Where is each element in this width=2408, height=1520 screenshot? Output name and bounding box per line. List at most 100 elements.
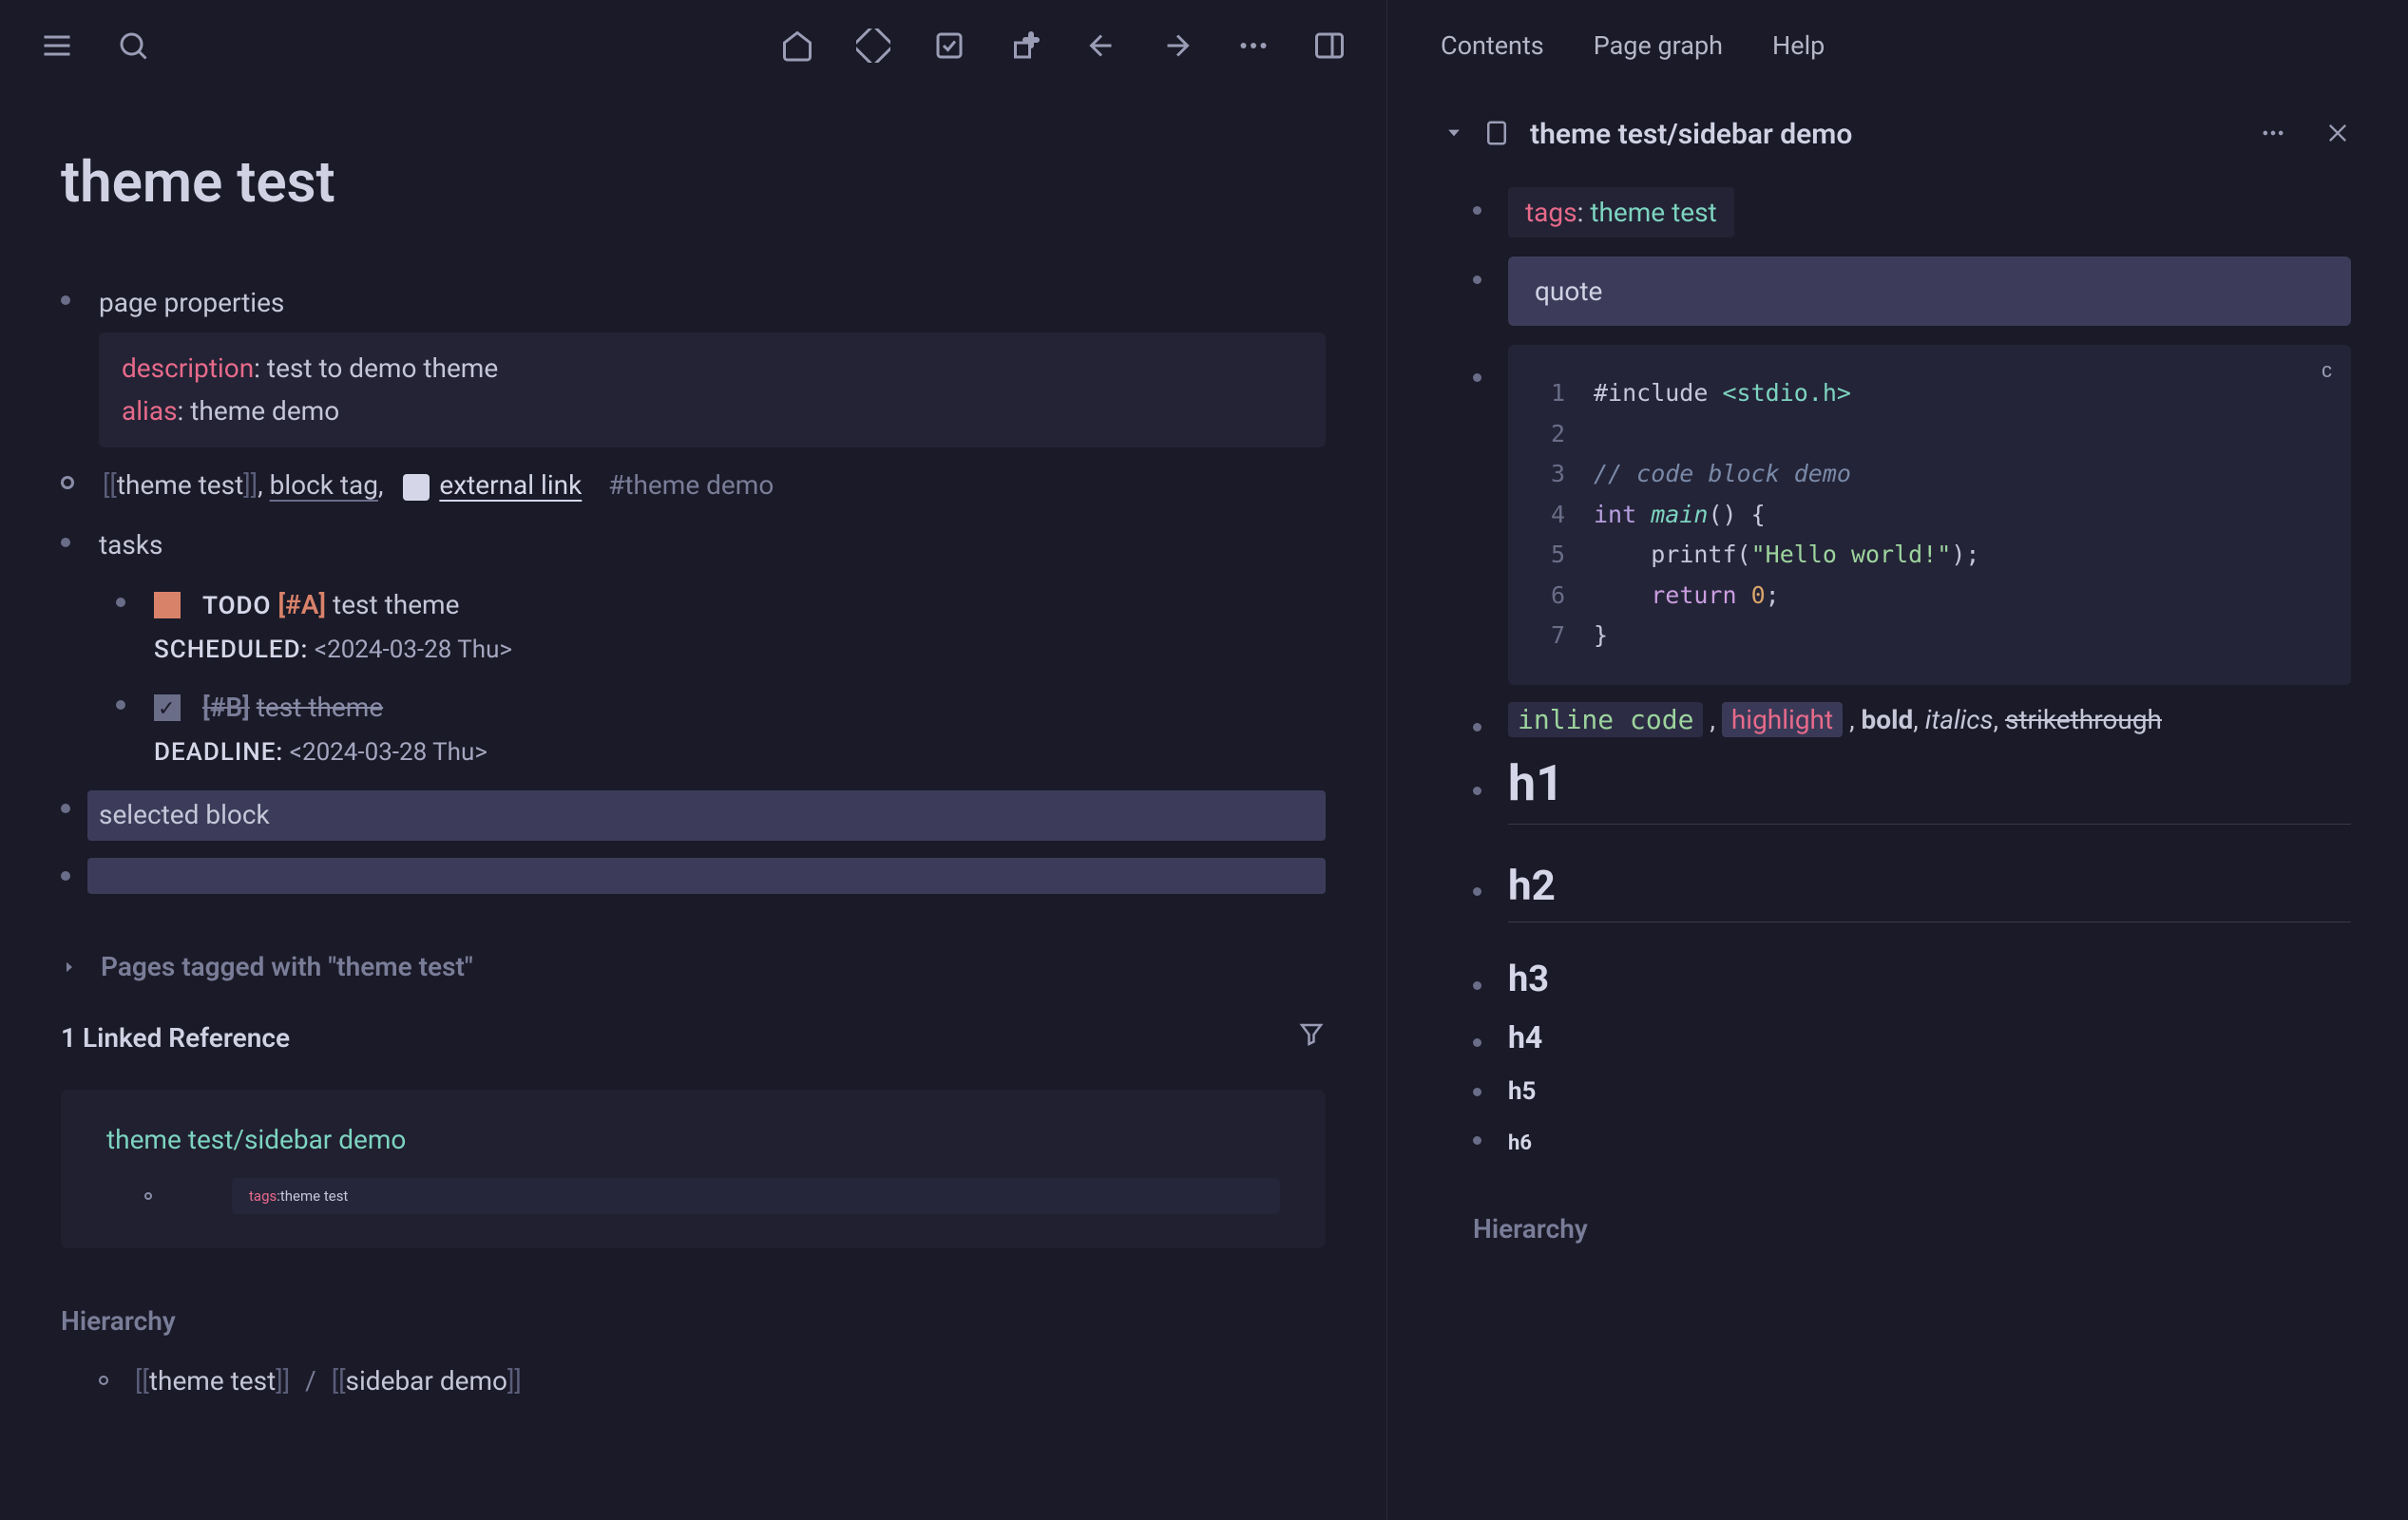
tagged-pages-toggle[interactable]: Pages tagged with "theme test"	[61, 951, 1326, 982]
linked-ref-label: 1 Linked Reference	[61, 1022, 290, 1054]
linked-references-header[interactable]: 1 Linked Reference	[61, 1020, 1326, 1055]
heading-3: h3	[1508, 959, 1549, 1000]
tags-key: tags	[1525, 197, 1577, 228]
tags-value[interactable]: theme test	[1590, 197, 1716, 228]
empty-selected-block[interactable]	[61, 858, 1326, 894]
block-tag-link[interactable]: block tag	[270, 469, 378, 501]
bullet-icon[interactable]	[1473, 1038, 1481, 1047]
tags-block[interactable]: tags: theme test	[1473, 187, 2351, 238]
links-block[interactable]: [[theme test]], block tag, external link…	[61, 465, 1326, 507]
page-icon	[1482, 119, 1511, 151]
todo-marker[interactable]: TODO	[202, 592, 271, 620]
checkbox-done-icon[interactable]	[154, 694, 181, 721]
bullet-icon[interactable]	[1473, 276, 1481, 284]
bullet-icon[interactable]	[116, 700, 125, 710]
inline-styles-block[interactable]: inline code , highlight , bold, italics,…	[1473, 704, 2351, 735]
bullet-icon[interactable]	[1473, 206, 1481, 215]
heading-6: h6	[1508, 1131, 1532, 1155]
graph-icon[interactable]	[854, 27, 892, 65]
plugin-icon[interactable]	[1006, 27, 1044, 65]
filter-icon[interactable]	[1297, 1020, 1326, 1055]
reference-page-link[interactable]: theme test/sidebar demo	[106, 1124, 1280, 1155]
right-sidebar: Contents Page graph Help theme test/side…	[1387, 0, 2408, 1520]
caret-right-icon	[61, 951, 78, 982]
bullet-icon[interactable]	[61, 295, 70, 305]
flashcard-icon[interactable]	[930, 27, 968, 65]
bullet-icon[interactable]	[1473, 723, 1481, 732]
close-icon[interactable]	[2324, 120, 2351, 150]
search-icon[interactable]	[114, 27, 152, 65]
home-icon[interactable]	[778, 27, 816, 65]
bullet-icon[interactable]	[1473, 373, 1481, 382]
quote-block[interactable]: quote	[1473, 256, 2351, 326]
heading-2: h2	[1508, 861, 1556, 910]
heading-5: h5	[1508, 1077, 1536, 1106]
task-done-block[interactable]: [#B] test theme DEADLINE: <2024-03-28 Th…	[116, 687, 1326, 772]
highlight-text: highlight	[1722, 702, 1843, 737]
menu-icon[interactable]	[38, 27, 76, 65]
sidebar-tab-contents[interactable]: Contents	[1441, 30, 1544, 61]
tags-value: theme test	[280, 1188, 348, 1205]
deadline-label: DEADLINE:	[154, 738, 283, 767]
bullet-icon[interactable]	[61, 538, 70, 547]
bullet-icon[interactable]	[1473, 1136, 1481, 1145]
prop-val-alias: theme demo	[190, 395, 339, 427]
external-favicon-icon	[403, 474, 430, 501]
properties-box[interactable]: description: test to demo theme alias: t…	[99, 332, 1326, 448]
h4-block[interactable]: h4	[1473, 1019, 2351, 1055]
page-ref-link[interactable]: theme test	[117, 469, 243, 501]
bullet-open-icon[interactable]	[144, 1192, 152, 1200]
bullet-icon[interactable]	[1473, 787, 1481, 795]
hierarchy-item[interactable]: [[theme test]] / [[sidebar demo]]	[99, 1365, 1326, 1396]
caret-down-icon[interactable]	[1444, 124, 1463, 146]
main-content[interactable]: theme test page properties description: …	[0, 91, 1386, 1520]
external-link[interactable]: external link	[439, 469, 582, 501]
sidebar-tab-pagegraph[interactable]: Page graph	[1594, 30, 1723, 61]
hierarchy-label: Hierarchy	[61, 1305, 1326, 1337]
bullet-icon[interactable]	[61, 871, 70, 881]
sidebar-tab-help[interactable]: Help	[1772, 30, 1825, 61]
more-icon[interactable]	[2260, 120, 2286, 150]
bullet-icon[interactable]	[116, 598, 125, 607]
bullet-hollow-icon	[99, 1376, 108, 1385]
hier-page-1[interactable]: theme test	[149, 1365, 276, 1396]
h1-block[interactable]: h1	[1473, 754, 2351, 842]
deadline-date[interactable]: <2024-03-28 Thu>	[290, 738, 487, 767]
h3-block[interactable]: h3	[1473, 959, 2351, 1000]
reference-box[interactable]: theme test/sidebar demo tags: theme test	[61, 1090, 1326, 1248]
toggle-sidebar-icon[interactable]	[1310, 27, 1348, 65]
back-icon[interactable]	[1082, 27, 1120, 65]
code-block[interactable]: c 1#include <stdio.h> 2 3// code block d…	[1508, 345, 2351, 685]
tasks-block[interactable]: tasks	[61, 524, 1326, 567]
code-lang-label[interactable]: c	[2322, 358, 2332, 383]
h6-block[interactable]: h6	[1473, 1125, 2351, 1156]
checkbox-icon[interactable]	[154, 592, 181, 618]
hier-page-2[interactable]: sidebar demo	[346, 1365, 507, 1396]
sidebar-hierarchy-label: Hierarchy	[1473, 1213, 2351, 1244]
properties-label: page properties	[99, 282, 1326, 325]
scheduled-label: SCHEDULED:	[154, 636, 308, 664]
h5-block[interactable]: h5	[1473, 1074, 2351, 1106]
task-todo-block[interactable]: TODO [#A] test theme SCHEDULED: <2024-03…	[116, 584, 1326, 670]
bullet-icon[interactable]	[61, 804, 70, 813]
heading-1: h1	[1508, 754, 1564, 812]
page-title[interactable]: theme test	[61, 148, 1326, 216]
bold-text: bold	[1862, 704, 1914, 735]
h2-block[interactable]: h2	[1473, 861, 2351, 940]
more-icon[interactable]	[1234, 27, 1272, 65]
code-block-outer[interactable]: c 1#include <stdio.h> 2 3// code block d…	[1473, 345, 2351, 685]
page-properties-block[interactable]: page properties description: test to dem…	[61, 282, 1326, 447]
strike-text: strikethrough	[2005, 704, 2162, 735]
bullet-icon[interactable]	[1473, 1088, 1481, 1096]
bullet-icon[interactable]	[1473, 981, 1481, 990]
scheduled-date[interactable]: <2024-03-28 Thu>	[315, 636, 512, 664]
reference-tags[interactable]: tags: theme test	[232, 1178, 1280, 1214]
forward-icon[interactable]	[1158, 27, 1196, 65]
sidebar-page-title[interactable]: theme test/sidebar demo	[1530, 118, 2241, 151]
sidebar-content[interactable]: tags: theme test quote c 1#include <stdi…	[1387, 178, 2408, 1520]
hash-tag[interactable]: #theme demo	[608, 469, 774, 501]
bullet-icon[interactable]	[1473, 887, 1481, 896]
hierarchy-section: Hierarchy [[theme test]] / [[sidebar dem…	[61, 1305, 1326, 1396]
bullet-open-icon[interactable]	[61, 476, 74, 489]
selected-block[interactable]: selected block	[61, 790, 1326, 841]
